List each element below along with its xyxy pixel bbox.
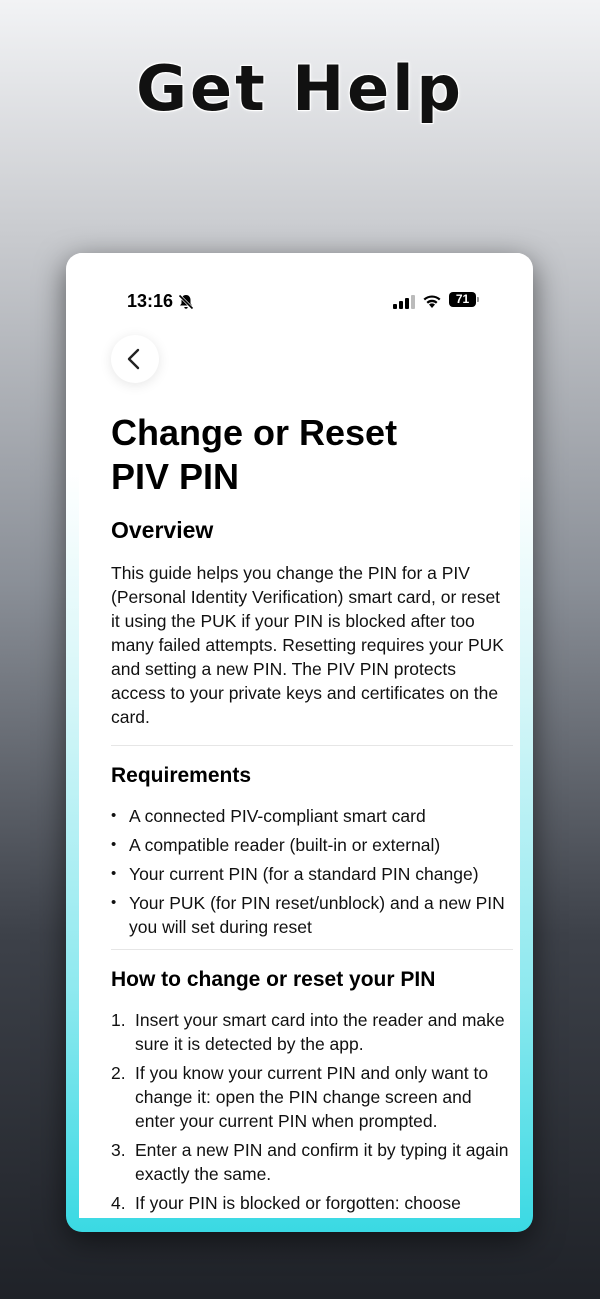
list-item: Your PUK (for PIN reset/unblock) and a n… (111, 891, 513, 939)
battery-icon: 71 (449, 292, 479, 308)
bell-slash-icon (177, 293, 195, 311)
howto-heading: How to change or reset your PIN (111, 968, 436, 991)
list-item: 3. Enter a new PIN and confirm it by typi… (111, 1140, 509, 1184)
phone-frame: 13:16 71 Change or Reset PIV PIN Overvie… (66, 253, 533, 1232)
status-bar: 13:16 71 (79, 291, 520, 315)
divider (111, 949, 513, 950)
promo-headline: Get Help (136, 52, 464, 125)
help-content: Overview This guide helps you change the… (111, 517, 513, 1218)
overview-body: This guide helps you change the PIN for … (111, 563, 504, 727)
howto-steps: 1. Insert your smart card into the reader… (111, 1008, 513, 1215)
page-title: Change or Reset PIV PIN (111, 411, 491, 499)
list-item: 1. Insert your smart card into the reader… (111, 1010, 505, 1054)
cellular-signal-icon (393, 295, 415, 309)
wifi-icon (422, 293, 442, 309)
requirements-heading: Requirements (111, 764, 252, 787)
overview-heading: Overview (111, 517, 214, 543)
list-item: A connected PIV-compliant smart card (111, 804, 513, 828)
list-item: A compatible reader (built-in or externa… (111, 833, 513, 857)
list-item: 4. If your PIN is blocked or forgotten: c… (111, 1193, 461, 1213)
status-time: 13:16 (127, 291, 174, 311)
list-item: 2. If you know your current PIN and only … (111, 1063, 489, 1131)
back-button[interactable] (111, 335, 159, 383)
page-title-line2: PIV PIN (111, 456, 240, 497)
page-title-line1: Change or Reset (111, 412, 398, 453)
chevron-left-icon (127, 348, 140, 370)
help-screen: 13:16 71 Change or Reset PIV PIN Overvie… (79, 253, 520, 1218)
divider (111, 745, 513, 746)
battery-level: 71 (449, 292, 476, 307)
requirements-list: A connected PIV-compliant smart card A c… (111, 804, 513, 939)
list-item: Your current PIN (for a standard PIN cha… (111, 862, 513, 886)
